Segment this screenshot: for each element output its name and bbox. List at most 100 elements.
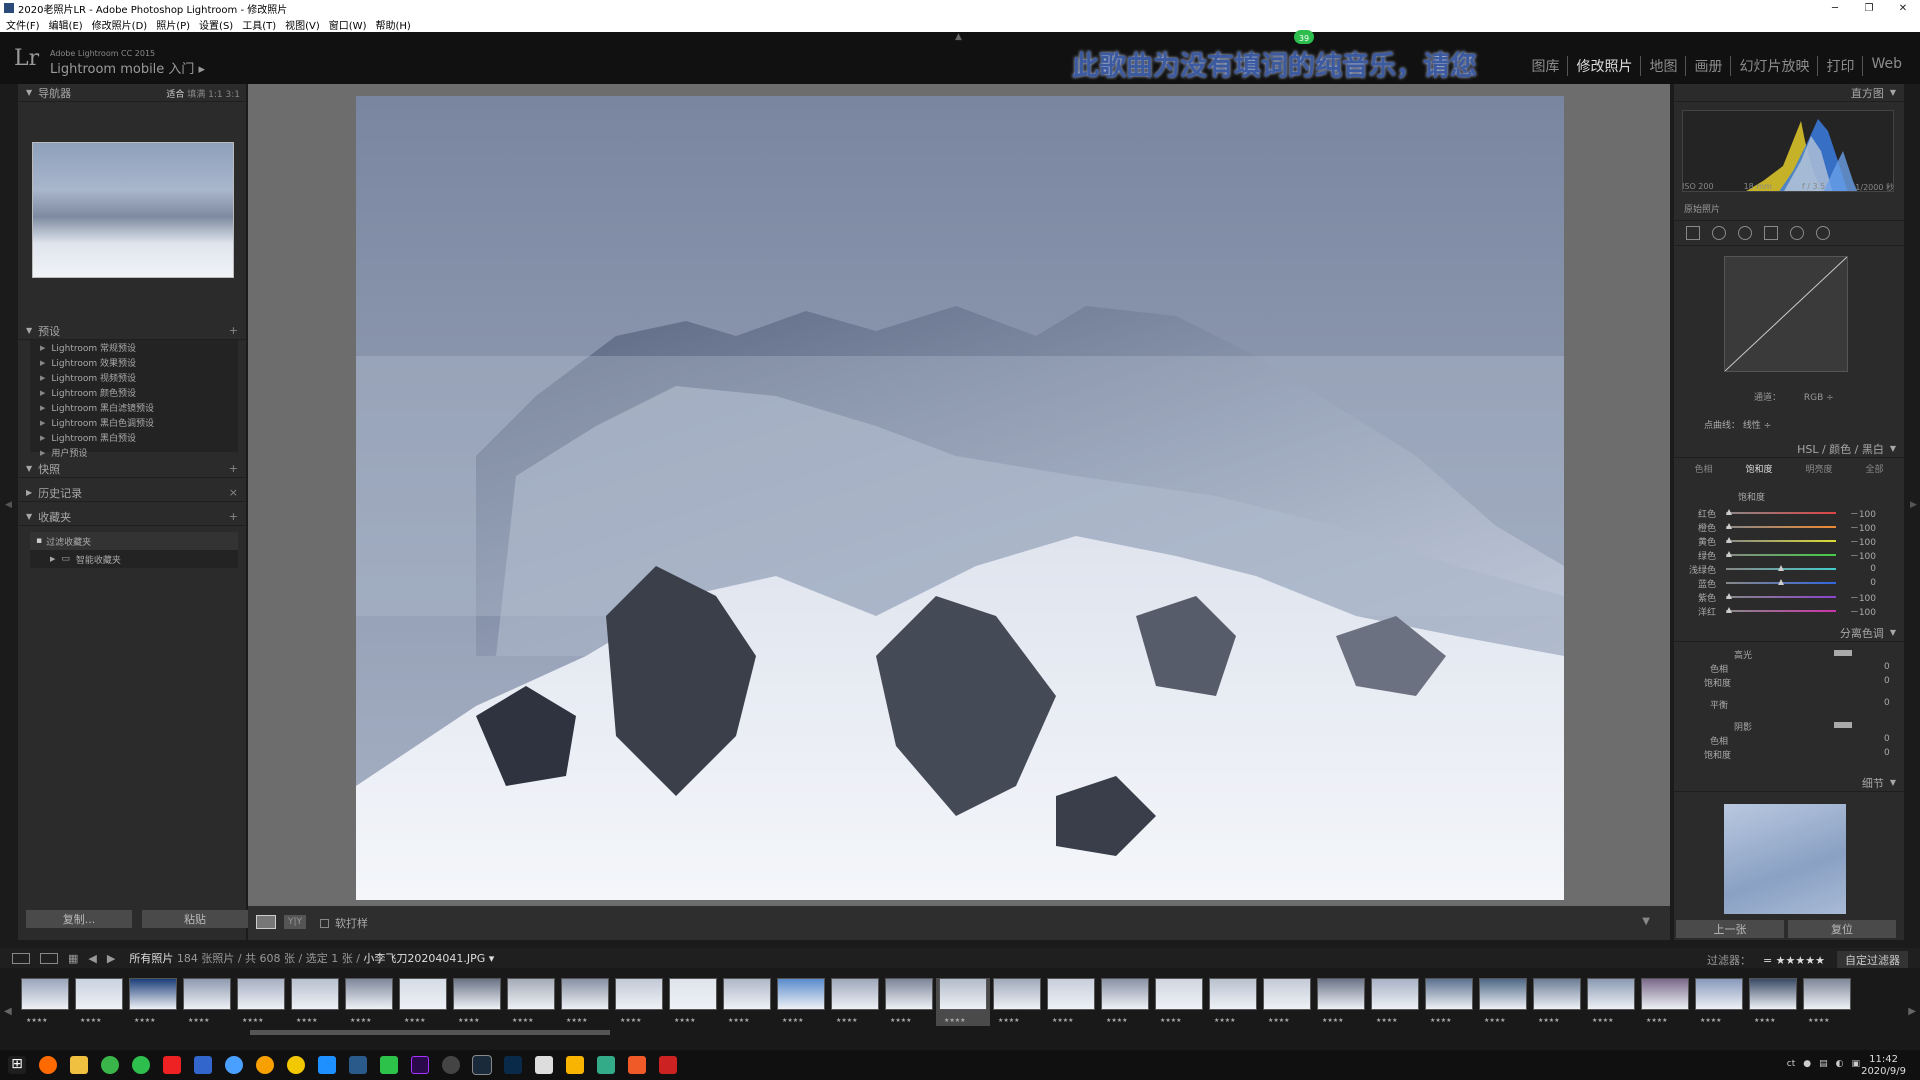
collection-item[interactable]: ▶ ▭ 智能收藏夹 xyxy=(30,550,238,568)
minimize-button[interactable]: ─ xyxy=(1818,0,1852,16)
filmstrip-thumbnail[interactable]: ★★★★ xyxy=(450,978,504,1026)
point-curve-select[interactable]: 点曲线： 线性 ÷ xyxy=(1704,418,1771,431)
slider-row[interactable]: 浅绿色 0 xyxy=(1678,562,1900,576)
adjustment-brush-icon[interactable] xyxy=(1816,226,1830,240)
filmstrip-thumbnail[interactable]: ★★★★ xyxy=(504,978,558,1026)
paste-settings-button[interactable]: 粘贴 xyxy=(142,910,248,928)
slider-value[interactable]: 0 xyxy=(1836,564,1880,574)
zoom-1-1[interactable]: 1:1 xyxy=(208,90,222,100)
sh-sat-value[interactable]: 0 xyxy=(1884,748,1890,758)
slider-value[interactable]: －100 xyxy=(1836,605,1880,618)
filmstrip-thumbnail[interactable]: ★★★★ xyxy=(1098,978,1152,1026)
balance-value[interactable]: 0 xyxy=(1884,698,1890,708)
tone-curve[interactable] xyxy=(1724,256,1848,372)
slider-track[interactable] xyxy=(1726,509,1836,515)
filmstrip-thumbnail[interactable]: ★★★★ xyxy=(1800,978,1854,1026)
app-icon[interactable] xyxy=(194,1056,212,1074)
slider-knob[interactable] xyxy=(1726,551,1732,557)
wechat-icon[interactable] xyxy=(132,1056,150,1074)
preset-folder[interactable]: ▶ Lightroom 效果预设 xyxy=(30,355,238,370)
menu-photo[interactable]: 照片(P) xyxy=(156,17,190,32)
kugou-icon[interactable] xyxy=(318,1056,336,1074)
softproof-toggle[interactable]: 软打样 xyxy=(320,915,368,931)
slider-row[interactable]: 黄色 －100 xyxy=(1678,534,1900,548)
player-icon[interactable] xyxy=(597,1056,615,1074)
slider-track[interactable] xyxy=(1726,523,1836,529)
toolbar-menu-chevron-icon[interactable]: ▼ xyxy=(1642,916,1650,927)
original-photo-toggle[interactable]: 原始照片 xyxy=(1684,202,1720,215)
filmstrip-thumbnail[interactable]: ★★★★ xyxy=(18,978,72,1026)
filmstrip-thumbnail[interactable]: ★★★★ xyxy=(234,978,288,1026)
spot-removal-icon[interactable] xyxy=(1712,226,1726,240)
premiere-icon[interactable] xyxy=(411,1056,429,1074)
menu-edit[interactable]: 编辑(E) xyxy=(49,17,83,32)
back-arrow-icon[interactable]: ◀ xyxy=(88,952,96,965)
search-icon[interactable] xyxy=(39,1056,57,1074)
filmstrip-thumbnail[interactable]: ★★★★ xyxy=(1584,978,1638,1026)
custom-filter-dropdown[interactable]: 自定过滤器 xyxy=(1837,951,1908,969)
graduated-filter-icon[interactable] xyxy=(1764,226,1778,240)
slider-knob[interactable] xyxy=(1778,579,1784,585)
slider-track[interactable] xyxy=(1726,551,1836,557)
filmstrip-thumbnail[interactable]: ★★★★ xyxy=(1692,978,1746,1026)
tab-saturation[interactable]: 饱和度 xyxy=(1745,462,1772,475)
highlight-color-swatch[interactable] xyxy=(1834,650,1852,656)
file-explorer-icon[interactable] xyxy=(70,1056,88,1074)
slider-track[interactable] xyxy=(1726,579,1836,585)
snapshots-header[interactable]: ▼ 快照 + xyxy=(18,460,246,478)
steam-icon[interactable] xyxy=(349,1056,367,1074)
lightroom-taskbar-icon[interactable] xyxy=(473,1056,491,1074)
menu-develop[interactable]: 修改照片(D) xyxy=(92,17,148,32)
crop-tool-icon[interactable] xyxy=(1686,226,1700,240)
hl-sat-value[interactable]: 0 xyxy=(1884,676,1890,686)
grid-view-icon[interactable]: ▦ xyxy=(68,952,78,965)
filmstrip-thumbnail[interactable]: ★★★★ xyxy=(774,978,828,1026)
zoom-3-1[interactable]: 3:1 xyxy=(226,90,240,100)
slider-row[interactable]: 洋红 －100 xyxy=(1678,604,1900,618)
filmstrip-right-icon[interactable]: ▶ xyxy=(1908,1006,1916,1017)
tab-hue[interactable]: 色相 xyxy=(1694,462,1712,475)
filmstrip-thumbnail[interactable]: ★★★★ xyxy=(990,978,1044,1026)
filmstrip-thumbnail[interactable]: ★★★★ xyxy=(828,978,882,1026)
curve-channel[interactable]: 通道： RGB ÷ xyxy=(1754,390,1834,403)
slider-knob[interactable] xyxy=(1778,565,1784,571)
mail-icon[interactable] xyxy=(535,1056,553,1074)
tray-notification-icon[interactable]: ▣ xyxy=(1851,1059,1860,1069)
slider-value[interactable]: －100 xyxy=(1836,591,1880,604)
reset-button[interactable]: 复位 xyxy=(1788,920,1896,938)
filmstrip-thumbnail[interactable]: ★★★★ xyxy=(1530,978,1584,1026)
module-map[interactable]: 地图 xyxy=(1640,56,1685,76)
slider-value[interactable]: －100 xyxy=(1836,535,1880,548)
menu-file[interactable]: 文件(F) xyxy=(6,17,40,32)
sh-hue-value[interactable]: 0 xyxy=(1884,734,1890,744)
slider-row[interactable]: 橙色 －100 xyxy=(1678,520,1900,534)
filmstrip-thumbnail[interactable]: ★★★★ xyxy=(720,978,774,1026)
secondary-window-icon[interactable] xyxy=(40,952,58,964)
histogram-header[interactable]: 直方图 ▼ xyxy=(1674,84,1904,102)
lr-mobile-link[interactable]: Lightroom mobile 入门 ▸ xyxy=(50,58,205,77)
module-develop[interactable]: 修改照片 xyxy=(1567,56,1640,76)
hl-hue-value[interactable]: 0 xyxy=(1884,662,1890,672)
preset-folder[interactable]: ▶ Lightroom 黑白滤镜预设 xyxy=(30,400,238,415)
preset-folder[interactable]: ▶ Lightroom 常规预设 xyxy=(30,340,238,355)
module-web[interactable]: Web xyxy=(1862,56,1910,76)
presets-header[interactable]: ▼ 预设 + xyxy=(18,322,246,340)
recorder-icon[interactable] xyxy=(659,1056,677,1074)
menu-tools[interactable]: 工具(T) xyxy=(242,17,276,32)
iqiyi-icon[interactable] xyxy=(380,1056,398,1074)
preset-folder[interactable]: ▶ Lightroom 视频预设 xyxy=(30,370,238,385)
input-language[interactable]: ct xyxy=(1787,1059,1795,1069)
filmstrip-thumbnail[interactable]: ★★★★ xyxy=(72,978,126,1026)
slider-track[interactable] xyxy=(1726,607,1836,613)
navigator-preview[interactable] xyxy=(32,142,234,278)
slider-knob[interactable] xyxy=(1726,593,1732,599)
slider-row[interactable]: 红色 －100 xyxy=(1678,506,1900,520)
preset-folder[interactable]: ▶ Lightroom 黑白色调预设 xyxy=(30,415,238,430)
slider-value[interactable]: 0 xyxy=(1836,578,1880,588)
davinci-icon[interactable] xyxy=(442,1056,460,1074)
slider-knob[interactable] xyxy=(1726,607,1732,613)
slider-knob[interactable] xyxy=(1726,537,1732,543)
module-book[interactable]: 画册 xyxy=(1685,56,1730,76)
slider-track[interactable] xyxy=(1726,565,1836,571)
filmstrip-scrollbar[interactable] xyxy=(250,1030,610,1035)
